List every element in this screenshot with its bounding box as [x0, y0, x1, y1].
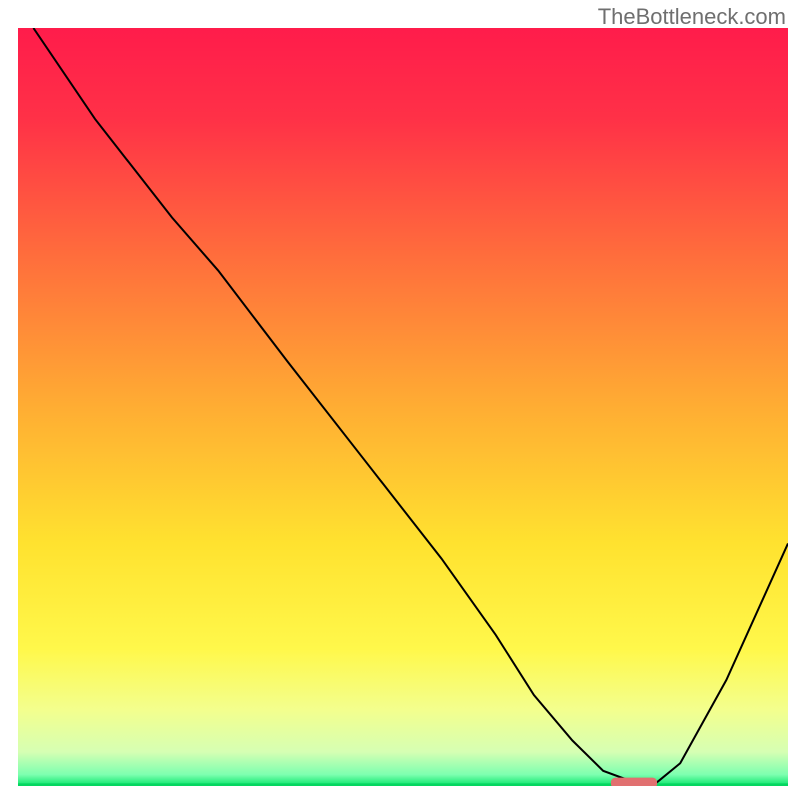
watermark-text: TheBottleneck.com — [598, 4, 786, 30]
gradient-fill — [18, 28, 788, 786]
plot-area — [18, 28, 788, 786]
optimal-region-marker — [611, 778, 657, 786]
chart-svg — [18, 28, 788, 786]
